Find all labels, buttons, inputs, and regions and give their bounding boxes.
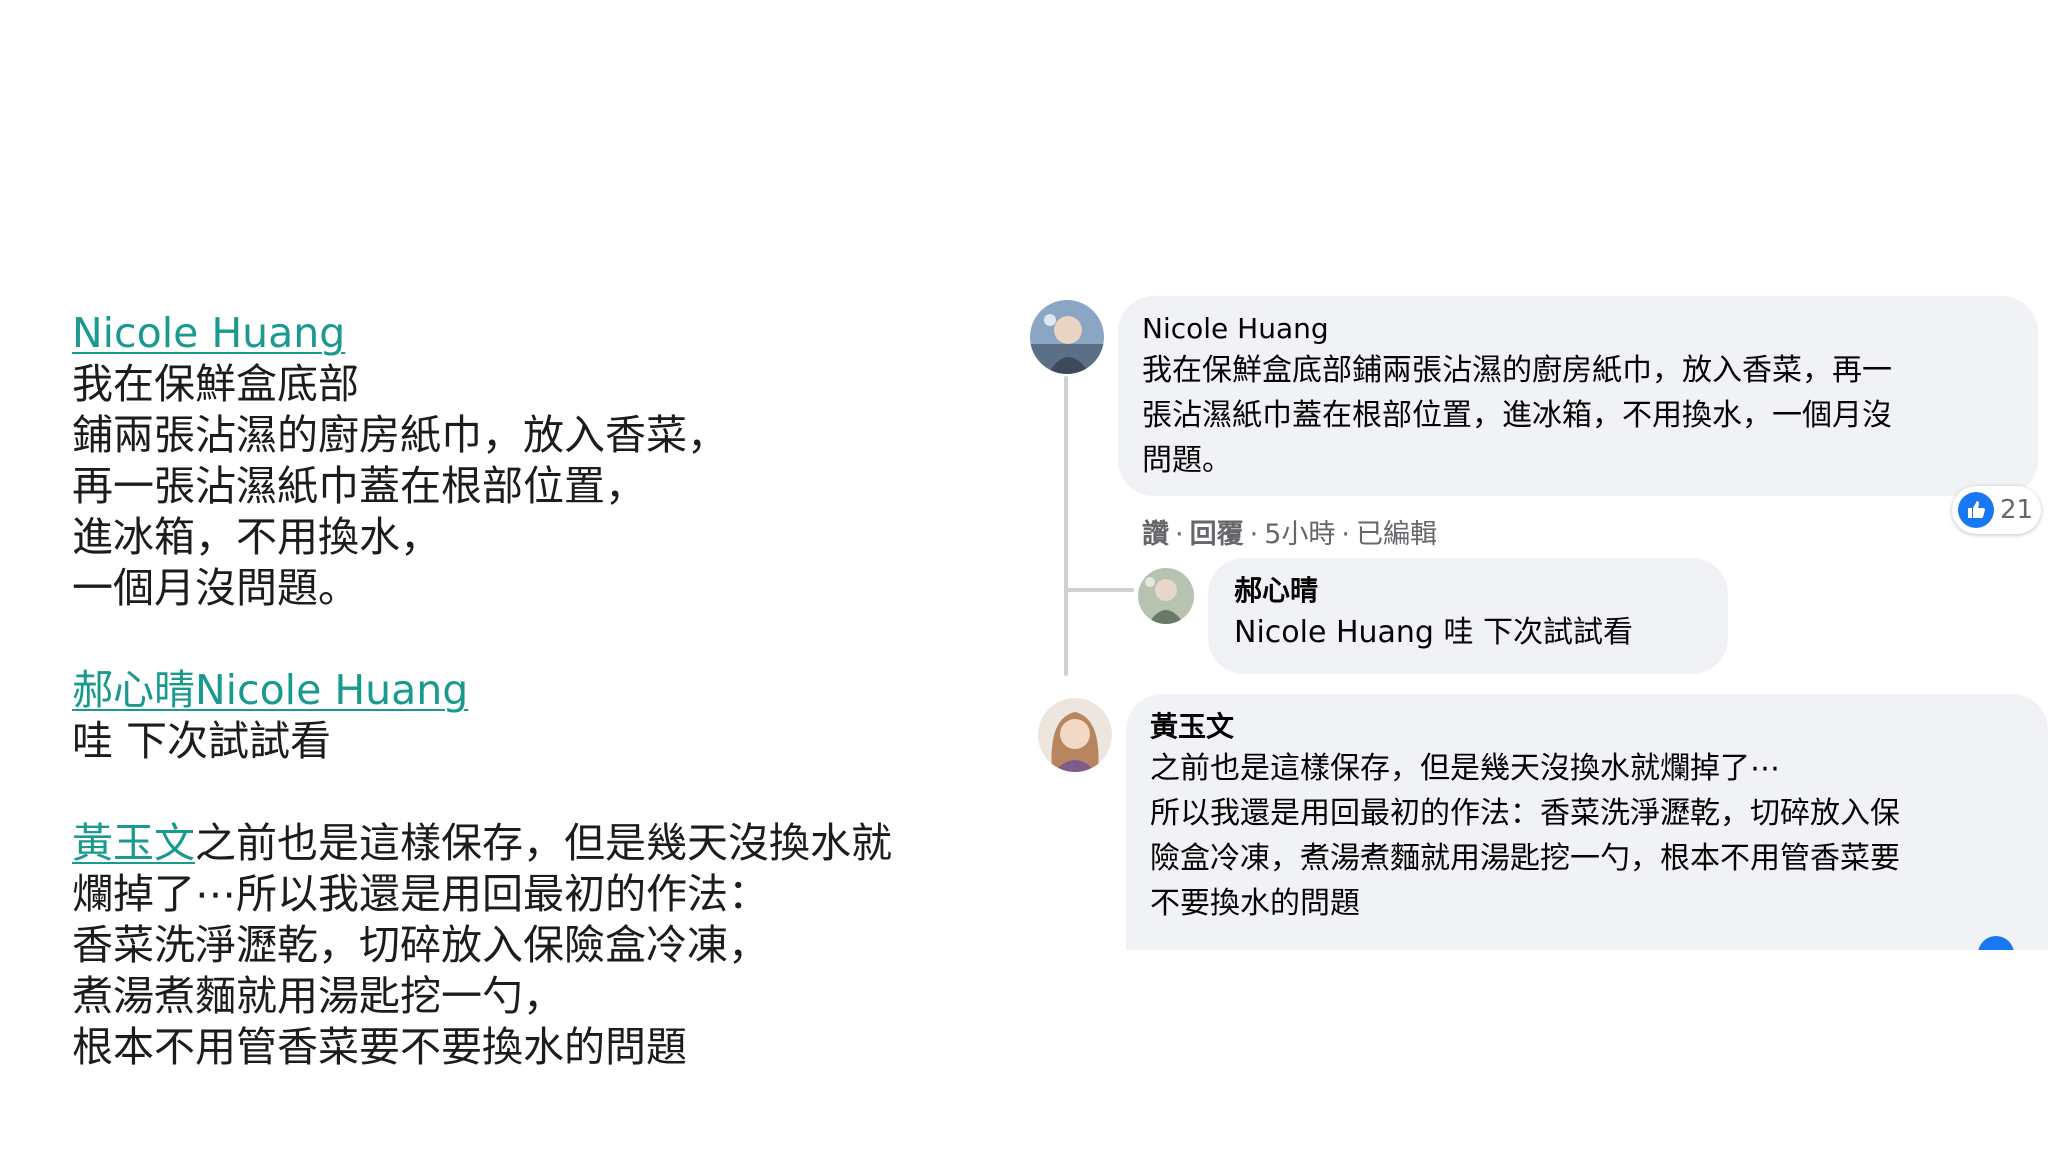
comment-transcript: Nicole Huang 我在保鮮盒底部 鋪兩張沾濕的廚房紙巾，放入香菜， 再一… bbox=[72, 308, 972, 1073]
comment-text: 之前也是這樣保存，但是幾天沒換水就爛掉了⋯ 所以我還是用回最初的作法：香菜洗淨瀝… bbox=[1150, 746, 2024, 926]
transcript-line: 根本不用管香菜要不要換水的問題 bbox=[72, 1023, 687, 1071]
reaction-count: 21 bbox=[2000, 495, 2034, 525]
transcript-line: 爛掉了⋯所以我還是用回最初的作法： bbox=[72, 870, 769, 918]
transcript-line: 哇 下次試試看 bbox=[72, 717, 332, 765]
avatar-nicole-huang[interactable] bbox=[1030, 300, 1104, 374]
comment-text-line: 我在保鮮盒底部鋪兩張沾濕的廚房紙巾，放入香菜，再一 bbox=[1142, 353, 1892, 388]
comment-text-line: 所以我還是用回最初的作法：香菜洗淨瀝乾，切碎放入保 bbox=[1150, 796, 1900, 831]
transcript-line: 香菜洗淨瀝乾，切碎放入保險盒冷凍， bbox=[72, 921, 769, 969]
comment-bubble-huang-yuwen[interactable]: 黃玉文 之前也是這樣保存，但是幾天沒換水就爛掉了⋯ 所以我還是用回最初的作法：香… bbox=[1126, 694, 2048, 950]
comment-bubble-nicole-huang[interactable]: Nicole Huang 我在保鮮盒底部鋪兩張沾濕的廚房紙巾，放入香菜，再一 張… bbox=[1118, 296, 2038, 496]
comment-text-line: 張沾濕紙巾蓋在根部位置，進冰箱，不用換水，一個月沒 bbox=[1142, 398, 1892, 433]
comment-text: Nicole Huang 哇 下次試試看 bbox=[1234, 610, 1702, 655]
commenter-link-huang-yuwen[interactable]: 黃玉文 bbox=[72, 819, 195, 867]
transcript-line: 鋪兩張沾濕的廚房紙巾，放入香菜， bbox=[72, 411, 728, 459]
comment-actions: 讚 · 回覆 · 5小時 · 已編輯 bbox=[1142, 512, 1437, 551]
thread-connector bbox=[1064, 588, 1134, 592]
comment-thread-screenshot: Nicole Huang 我在保鮮盒底部鋪兩張沾濕的廚房紙巾，放入香菜，再一 張… bbox=[1020, 290, 2048, 950]
comment-bubble-hao-xinqing[interactable]: 郝心晴 Nicole Huang 哇 下次試試看 bbox=[1208, 558, 1728, 674]
comment-author[interactable]: 郝心晴 bbox=[1234, 572, 1702, 610]
reply-button[interactable]: 回覆 bbox=[1190, 519, 1244, 550]
separator: · bbox=[1249, 519, 1259, 550]
transcript-line: 一個月沒問題。 bbox=[72, 564, 359, 612]
reaction-badge[interactable]: 21 bbox=[1952, 486, 2042, 534]
comment-author[interactable]: 黃玉文 bbox=[1150, 708, 2024, 746]
transcript-comment-1: Nicole Huang bbox=[72, 308, 972, 359]
comment-timestamp[interactable]: 5小時 bbox=[1264, 519, 1335, 550]
commenter-link-hao-xinqing[interactable]: 郝心晴Nicole Huang bbox=[72, 666, 468, 714]
comment-text: 我在保鮮盒底部鋪兩張沾濕的廚房紙巾，放入香菜，再一 張沾濕紙巾蓋在根部位置，進冰… bbox=[1142, 348, 2014, 483]
comment-text-line: 問題。 bbox=[1142, 443, 1232, 478]
edited-label: 已編輯 bbox=[1355, 519, 1437, 550]
avatar-hao-xinqing[interactable] bbox=[1138, 568, 1194, 624]
separator: · bbox=[1175, 519, 1184, 550]
avatar-huang-yuwen[interactable] bbox=[1038, 698, 1112, 772]
comment-author[interactable]: Nicole Huang bbox=[1142, 310, 2014, 348]
like-thumb-icon bbox=[1958, 492, 1994, 528]
thread-line bbox=[1064, 376, 1068, 676]
transcript-comment-3: 黃玉文之前也是這樣保存，但是幾天沒換水就 bbox=[72, 818, 972, 869]
transcript-line: 進冰箱，不用換水， bbox=[72, 513, 441, 561]
mention-nicole-huang[interactable]: Nicole Huang bbox=[1234, 615, 1434, 650]
comment-text-line: 哇 下次試試看 bbox=[1433, 615, 1634, 650]
comment-text-line: 險盒冷凍，煮湯煮麵就用湯匙挖一勺，根本不用管香菜要 bbox=[1150, 841, 1900, 876]
comment-text-line: 之前也是這樣保存，但是幾天沒換水就爛掉了⋯ bbox=[1150, 751, 1780, 786]
separator: · bbox=[1341, 519, 1350, 550]
comment-text-line: 不要換水的問題 bbox=[1150, 886, 1360, 921]
transcript-line: 我在保鮮盒底部 bbox=[72, 360, 359, 408]
transcript-comment-2: 郝心晴Nicole Huang bbox=[72, 665, 972, 716]
transcript-line: 再一張沾濕紙巾蓋在根部位置， bbox=[72, 462, 646, 510]
commenter-link-nicole-huang[interactable]: Nicole Huang bbox=[72, 309, 345, 357]
like-button[interactable]: 讚 bbox=[1142, 519, 1169, 550]
transcript-line: 煮湯煮麵就用湯匙挖一勺， bbox=[72, 972, 564, 1020]
transcript-line: 之前也是這樣保存，但是幾天沒換水就 bbox=[195, 819, 892, 867]
